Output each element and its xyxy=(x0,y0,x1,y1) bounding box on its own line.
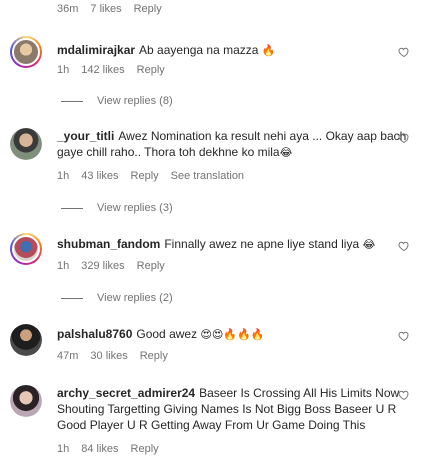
reply-button[interactable]: Reply xyxy=(140,350,168,362)
comment-time: 1h xyxy=(57,64,70,76)
comment-emoji: 😂 xyxy=(279,146,293,159)
avatar[interactable] xyxy=(10,233,42,265)
replies-divider xyxy=(61,297,83,299)
view-replies-label[interactable]: View replies (8) xyxy=(97,95,173,107)
comment-meta: 1h 142 likes Reply xyxy=(57,64,165,76)
comment-time: 36m xyxy=(57,3,79,15)
comment-likes[interactable]: 30 likes xyxy=(90,350,127,362)
comment-likes[interactable]: 84 likes xyxy=(81,443,118,455)
comment-meta: 1h 43 likes Reply See translation xyxy=(57,170,244,182)
avatar[interactable] xyxy=(10,324,42,356)
view-replies-button[interactable]: View replies (3) xyxy=(61,202,173,214)
view-replies-label[interactable]: View replies (2) xyxy=(97,292,173,304)
comment-username[interactable]: palshalu8760 xyxy=(57,327,132,341)
view-replies-button[interactable]: View replies (8) xyxy=(61,95,173,107)
comment-body: palshalu8760 Good awez 😍😍🔥🔥🔥 xyxy=(57,326,410,343)
avatar[interactable] xyxy=(10,385,42,417)
comment-username[interactable]: mdalimirajkar xyxy=(57,43,135,57)
comment-username[interactable]: shubman_fandom xyxy=(57,237,160,251)
comment-meta: 47m 30 likes Reply xyxy=(57,350,168,362)
comment-username[interactable]: _your_titli xyxy=(57,129,114,143)
comment-text: Ab aayenga na mazza xyxy=(139,43,259,57)
heart-outline-icon[interactable] xyxy=(398,132,410,144)
avatar[interactable] xyxy=(10,36,42,68)
reply-button[interactable]: Reply xyxy=(131,170,159,182)
comment-emoji: 🔥 xyxy=(261,44,276,57)
comment-time: 1h xyxy=(57,443,70,455)
heart-outline-icon[interactable] xyxy=(398,389,410,401)
comment-emoji: 😍😍🔥🔥🔥 xyxy=(200,328,265,341)
previous-comment-meta: 36m 7 likes Reply xyxy=(57,3,162,15)
comment-likes[interactable]: 142 likes xyxy=(81,64,124,76)
comment-emoji: 😂 xyxy=(362,238,376,251)
comment-meta: 1h 329 likes Reply xyxy=(57,260,165,272)
reply-button[interactable]: Reply xyxy=(137,64,165,76)
comment-body: _your_titli Awez Nomination ka result neh… xyxy=(57,128,410,161)
view-replies-label[interactable]: View replies (3) xyxy=(97,202,173,214)
replies-divider xyxy=(61,100,83,102)
comment-body: archy_secret_admirer24 Baseer Is Crossing… xyxy=(57,385,410,433)
replies-divider xyxy=(61,207,83,209)
comment-time: 1h xyxy=(57,170,70,182)
comment-text: Good awez xyxy=(136,327,198,341)
reply-button[interactable]: Reply xyxy=(137,260,165,272)
comment-meta: 1h 84 likes Reply xyxy=(57,443,159,455)
comment-username[interactable]: archy_secret_admirer24 xyxy=(57,386,195,400)
comment-likes[interactable]: 329 likes xyxy=(81,260,124,272)
reply-button[interactable]: Reply xyxy=(131,443,159,455)
heart-outline-icon[interactable] xyxy=(398,240,410,252)
avatar[interactable] xyxy=(10,128,42,160)
comment-likes[interactable]: 43 likes xyxy=(81,170,118,182)
comment-text: Finnally awez ne apne liye stand liya xyxy=(164,237,360,251)
heart-outline-icon[interactable] xyxy=(398,46,410,58)
comment-likes[interactable]: 7 likes xyxy=(90,3,121,15)
reply-button[interactable]: Reply xyxy=(134,3,162,15)
comment-time: 1h xyxy=(57,260,70,272)
comment-body: shubman_fandom Finnally awez ne apne liye… xyxy=(57,236,410,253)
view-replies-button[interactable]: View replies (2) xyxy=(61,292,173,304)
comment-body: mdalimirajkar Ab aayenga na mazza 🔥 xyxy=(57,42,410,59)
comment-time: 47m xyxy=(57,350,79,362)
see-translation-button[interactable]: See translation xyxy=(171,170,244,182)
heart-outline-icon[interactable] xyxy=(398,330,410,342)
